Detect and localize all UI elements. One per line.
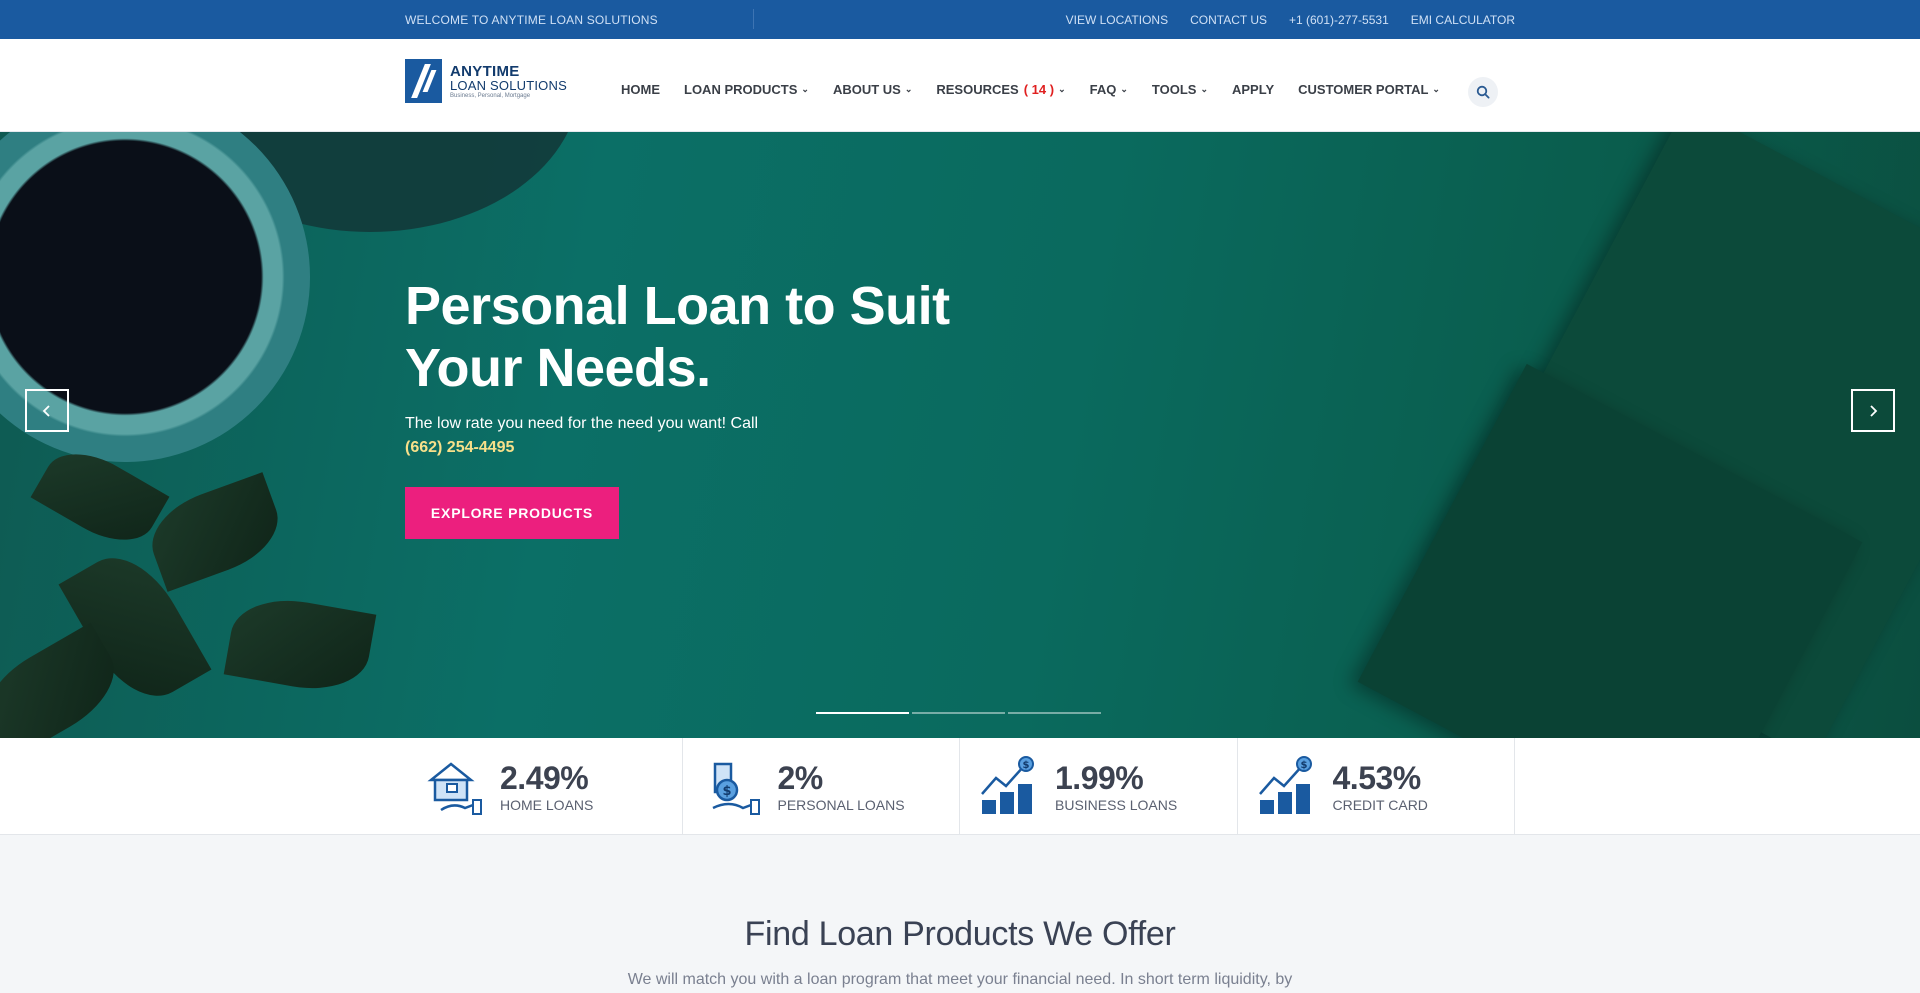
rate-card-home-loans[interactable]: 2.49% HOME LOANS [405, 738, 683, 835]
site-header: ANYTIME LOAN SOLUTIONS Business, Persona… [0, 39, 1920, 132]
rate-card-business-loans[interactable]: $ 1.99% BUSINESS LOANS [960, 738, 1238, 835]
nav-home-label: HOME [621, 82, 660, 97]
chevron-left-icon [42, 404, 50, 417]
nav-faq[interactable]: FAQ ⌄ [1090, 82, 1128, 97]
nav-resources-label: RESOURCES [936, 82, 1019, 97]
resources-count-badge: ( 14 ) [1023, 82, 1055, 97]
loan-products-section: Find Loan Products We Offer We will matc… [0, 835, 1920, 993]
rate-label: CREDIT CARD [1332, 796, 1428, 813]
chevron-down-icon: ⌄ [801, 84, 809, 94]
topbar-links: VIEW LOCATIONS CONTACT US +1 (601)-277-5… [1066, 13, 1515, 27]
logo-text: ANYTIME LOAN SOLUTIONS Business, Persona… [450, 64, 567, 99]
svg-text:$: $ [1023, 760, 1030, 771]
slider-dot[interactable] [1008, 712, 1101, 714]
top-bar: WELCOME TO ANYTIME LOAN SOLUTIONS VIEW L… [0, 0, 1920, 39]
search-icon [1476, 85, 1490, 99]
chevron-right-icon [1870, 404, 1878, 417]
nav-home[interactable]: HOME [621, 82, 660, 97]
slider-next-button[interactable] [1851, 389, 1895, 432]
rate-text: 1.99% BUSINESS LOANS [1055, 761, 1177, 813]
rate-card-personal-loans[interactable]: $ 2% PERSONAL LOANS [683, 738, 960, 835]
hero-title-line-2: Your Needs. [405, 338, 711, 398]
nav-apply[interactable]: APPLY [1232, 82, 1274, 97]
rate-text: 4.53% CREDIT CARD [1333, 761, 1428, 813]
logo-mark-icon [405, 59, 442, 103]
nav-faq-label: FAQ [1089, 82, 1117, 97]
nav-tools[interactable]: TOOLS ⌄ [1152, 82, 1208, 97]
topbar-divider [753, 9, 754, 29]
slider-pagination [816, 712, 1101, 714]
hero-title: Personal Loan to Suit Your Needs. [405, 275, 965, 399]
hero-slider: Personal Loan to Suit Your Needs. The lo… [0, 132, 1920, 738]
slider-dot[interactable] [816, 712, 909, 714]
personal-loan-icon: $ [711, 762, 760, 815]
main-nav: HOME LOAN PRODUCTS ⌄ ABOUT US ⌄ RESOURCES(… [621, 82, 1464, 97]
nav-customer-portal[interactable]: CUSTOMER PORTAL ⌄ [1298, 82, 1440, 97]
view-locations-link[interactable]: VIEW LOCATIONS [1066, 13, 1168, 27]
nav-about-us-label: ABOUT US [832, 82, 901, 97]
chevron-down-icon: ⌄ [1058, 84, 1066, 94]
slider-dot[interactable] [912, 712, 1005, 714]
rate-label: HOME LOANS [500, 796, 594, 813]
nav-customer-portal-label: CUSTOMER PORTAL [1298, 82, 1429, 97]
logo-line-1: ANYTIME [450, 62, 520, 80]
rate-card-credit-card[interactable]: $ 4.53% CREDIT CARD [1238, 738, 1515, 835]
hero-subtitle: The low rate you need for the need you w… [405, 415, 759, 432]
svg-text:$: $ [1300, 760, 1307, 771]
nav-loan-products[interactable]: LOAN PRODUCTS ⌄ [684, 82, 809, 97]
logo-line-2: LOAN SOLUTIONS [450, 77, 567, 93]
leaf-decoration [140, 472, 290, 592]
rate-label: BUSINESS LOANS [1055, 796, 1178, 813]
explore-products-button[interactable]: EXPLORE PRODUCTS [405, 487, 619, 539]
hero-title-line-1: Personal Loan to Suit [405, 276, 950, 336]
nav-tools-label: TOOLS [1151, 82, 1197, 97]
site-logo[interactable]: ANYTIME LOAN SOLUTIONS Business, Persona… [405, 59, 567, 103]
nav-loan-products-label: LOAN PRODUCTS [684, 82, 798, 97]
logo-tagline: Business, Personal, Mortgage [450, 92, 531, 99]
leaf-decoration [223, 590, 377, 699]
home-loan-icon [427, 761, 482, 815]
rate-value: 4.53% [1332, 759, 1422, 796]
section-intro: We will match you with a loan program th… [627, 971, 1293, 988]
emi-calculator-link[interactable]: EMI CALCULATOR [1411, 13, 1515, 27]
chevron-down-icon: ⌄ [904, 84, 913, 94]
chevron-down-icon: ⌄ [1120, 84, 1128, 94]
rate-value: 1.99% [1055, 759, 1144, 796]
rate-text: 2.49% HOME LOANS [500, 761, 593, 813]
rate-text: 2% PERSONAL LOANS [778, 761, 905, 813]
chevron-down-icon: ⌄ [1432, 84, 1440, 94]
chevron-down-icon: ⌄ [1200, 84, 1208, 94]
phone-link[interactable]: +1 (601)-277-5531 [1289, 13, 1389, 27]
nav-apply-label: APPLY [1232, 82, 1275, 97]
welcome-text: WELCOME TO ANYTIME LOAN SOLUTIONS [405, 13, 658, 27]
business-loan-icon: $ [981, 755, 1034, 814]
credit-card-icon: $ [1258, 755, 1312, 814]
contact-us-link[interactable]: CONTACT US [1190, 13, 1267, 27]
rates-strip: 2.49% HOME LOANS $ 2% PERSONAL LOANS $ 1… [0, 738, 1920, 835]
slider-prev-button[interactable] [25, 389, 69, 432]
rate-value: 2% [777, 759, 824, 796]
nav-resources[interactable]: RESOURCES ( 14 ) ⌄ [936, 82, 1065, 97]
search-button[interactable] [1468, 77, 1498, 107]
hero-phone[interactable]: (662) 254-4495 [405, 439, 514, 457]
section-heading: Find Loan Products We Offer [744, 915, 1176, 953]
nav-about-us[interactable]: ABOUT US ⌄ [833, 82, 912, 97]
rate-value: 2.49% [500, 759, 589, 796]
svg-text:$: $ [722, 784, 731, 799]
rate-label: PERSONAL LOANS [777, 796, 905, 813]
